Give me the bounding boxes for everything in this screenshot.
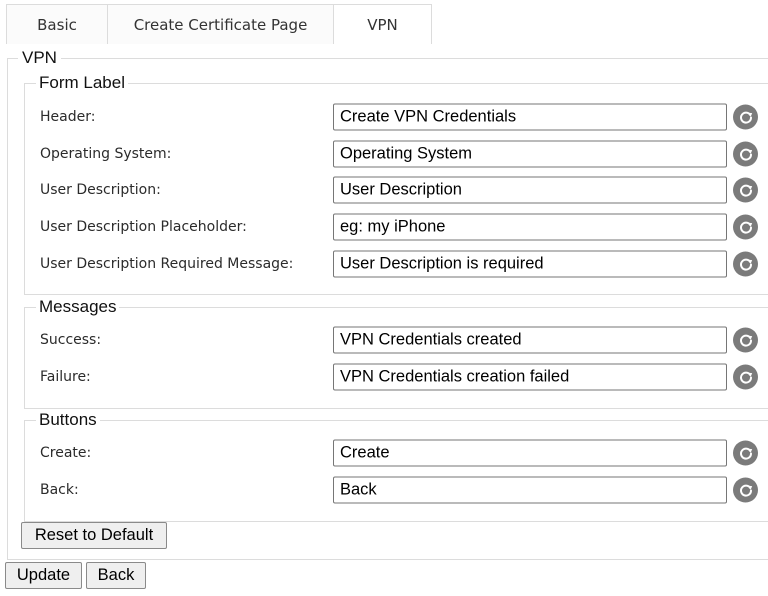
header-input[interactable] [333, 103, 727, 131]
success-label: Success: [40, 332, 102, 348]
back-button[interactable]: Back [86, 562, 146, 589]
header-reset-icon[interactable] [733, 104, 758, 130]
operating-system-label: Operating System: [40, 146, 172, 162]
create-input[interactable] [333, 439, 727, 467]
user-description-input[interactable] [333, 176, 727, 204]
user-description-label: User Description: [40, 182, 161, 198]
create-label: Create: [40, 445, 92, 461]
back-input[interactable] [333, 476, 727, 504]
messages-legend: Messages [36, 297, 120, 317]
form-label-legend: Form Label [36, 73, 128, 93]
success-reset-icon[interactable] [733, 327, 758, 353]
tab-basic[interactable]: Basic [6, 4, 108, 44]
tab-bar: Basic Create Certificate Page VPN [6, 4, 432, 44]
user-description-required-message-label: User Description Required Message: [40, 256, 294, 272]
back-reset-icon[interactable] [733, 477, 758, 503]
user-description-reset-icon[interactable] [733, 177, 758, 203]
user-description-required-message-reset-icon[interactable] [733, 251, 758, 277]
header-label: Header: [40, 109, 96, 125]
success-input[interactable] [333, 326, 727, 354]
create-reset-icon[interactable] [733, 440, 758, 466]
user-description-placeholder-label: User Description Placeholder: [40, 219, 247, 235]
user-description-required-message-input[interactable] [333, 250, 727, 278]
user-description-placeholder-input[interactable] [333, 213, 727, 241]
failure-reset-icon[interactable] [733, 364, 758, 390]
reset-to-default-button[interactable]: Reset to Default [21, 522, 167, 549]
buttons-legend: Buttons [36, 410, 100, 430]
user-description-placeholder-reset-icon[interactable] [733, 214, 758, 240]
update-button[interactable]: Update [5, 562, 82, 589]
messages-fieldset [24, 307, 768, 409]
vpn-legend: VPN [18, 48, 61, 68]
failure-input[interactable] [333, 363, 727, 391]
failure-label: Failure: [40, 369, 91, 385]
tab-vpn[interactable]: VPN [334, 4, 432, 44]
operating-system-reset-icon[interactable] [733, 141, 758, 167]
tab-create-certificate-page[interactable]: Create Certificate Page [108, 4, 334, 44]
operating-system-input[interactable] [333, 140, 727, 168]
back-label: Back: [40, 482, 79, 498]
buttons-fieldset [24, 420, 768, 522]
